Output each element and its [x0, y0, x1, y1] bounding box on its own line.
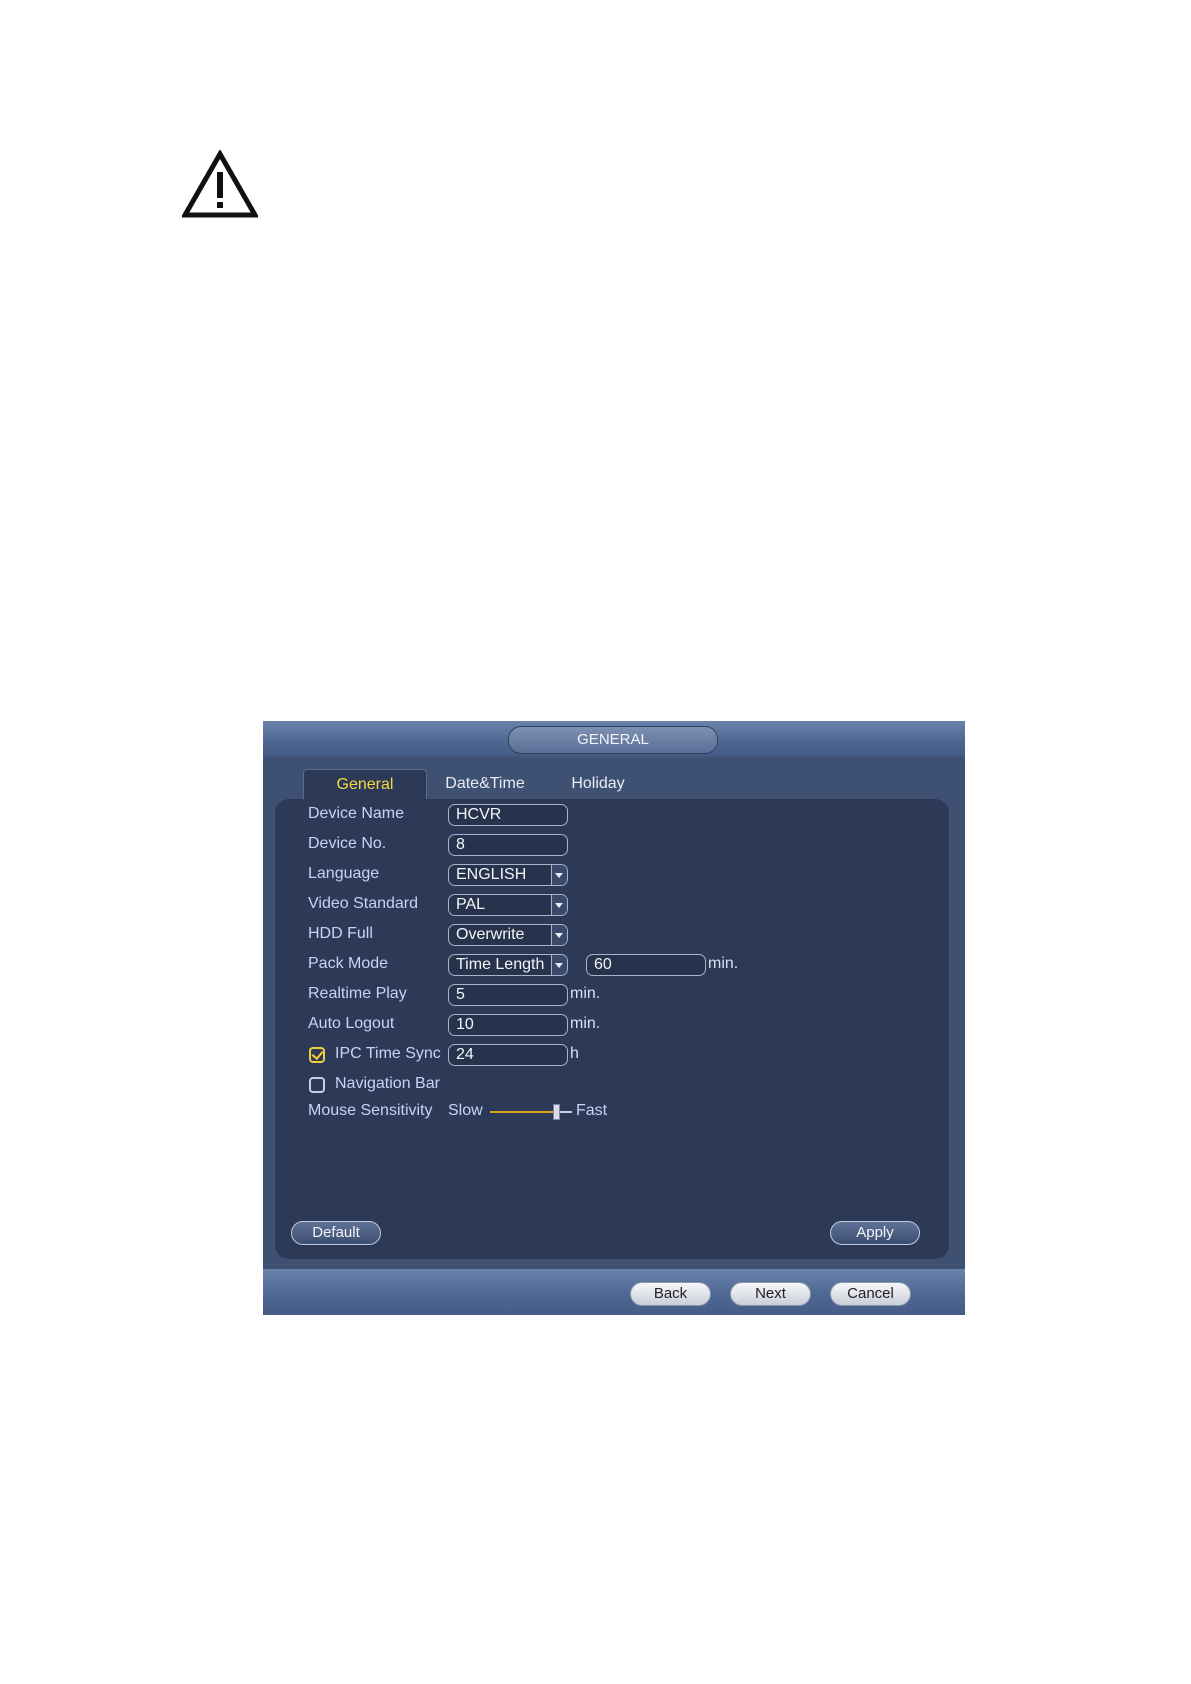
auto-logout-label: Auto Logout: [308, 1015, 395, 1032]
cancel-button[interactable]: Cancel: [830, 1282, 911, 1306]
window-title: GENERAL: [508, 726, 718, 754]
device-name-label: Device Name: [308, 805, 405, 822]
realtime-play-input[interactable]: 5: [448, 984, 568, 1006]
hdd-full-select[interactable]: Overwrite: [448, 924, 568, 946]
slider-fast-label: Fast: [576, 1102, 608, 1119]
language-label: Language: [308, 865, 380, 882]
auto-logout-unit: min.: [570, 1015, 601, 1032]
auto-logout-input[interactable]: 10: [448, 1014, 568, 1036]
navigation-bar-label: Navigation Bar: [335, 1075, 440, 1092]
ipc-time-sync-unit: h: [570, 1045, 579, 1062]
navigation-bar-checkbox[interactable]: [309, 1077, 325, 1093]
mouse-sensitivity-label: Mouse Sensitivity: [308, 1102, 433, 1119]
pack-mode-select[interactable]: Time Length: [448, 954, 568, 976]
device-no-label: Device No.: [308, 835, 387, 852]
video-standard-select[interactable]: PAL: [448, 894, 568, 916]
apply-button[interactable]: Apply: [830, 1221, 920, 1245]
tab-holiday[interactable]: Holiday: [553, 769, 643, 799]
bottom-nav-bar: Back Next Cancel: [263, 1269, 965, 1315]
chevron-down-icon[interactable]: [551, 955, 567, 975]
next-button[interactable]: Next: [730, 1282, 811, 1306]
language-value: ENGLISH: [456, 866, 527, 883]
settings-panel: Device Name HCVR Device No. 8 Language E…: [275, 799, 949, 1259]
chevron-down-icon[interactable]: [551, 895, 567, 915]
realtime-play-unit: min.: [570, 985, 601, 1002]
language-select[interactable]: ENGLISH: [448, 864, 568, 886]
tab-date-time[interactable]: Date&Time: [435, 769, 535, 799]
hdd-full-value: Overwrite: [456, 926, 525, 943]
device-name-input[interactable]: HCVR: [448, 804, 568, 826]
chevron-down-icon[interactable]: [551, 925, 567, 945]
general-settings-window: GENERAL General Date&Time Holiday Device…: [263, 721, 965, 1315]
realtime-play-label: Realtime Play: [308, 985, 407, 1002]
sensitivity-slider-fill: [490, 1111, 556, 1113]
pack-mode-value: Time Length: [456, 956, 545, 973]
back-button[interactable]: Back: [630, 1282, 711, 1306]
slider-slow-label: Slow: [448, 1102, 483, 1119]
hdd-full-label: HDD Full: [308, 925, 373, 942]
pack-duration-unit: min.: [708, 955, 739, 972]
ipc-time-sync-input[interactable]: 24: [448, 1044, 568, 1066]
tab-general[interactable]: General: [303, 769, 427, 800]
warning-triangle-icon: [182, 150, 258, 218]
sensitivity-slider-thumb[interactable]: [553, 1104, 560, 1120]
ipc-time-sync-label: IPC Time Sync: [335, 1045, 441, 1062]
chevron-down-icon[interactable]: [551, 865, 567, 885]
video-standard-value: PAL: [456, 896, 486, 913]
device-no-input[interactable]: 8: [448, 834, 568, 856]
ipc-time-sync-checkbox[interactable]: [309, 1047, 325, 1063]
title-bar: GENERAL: [263, 721, 965, 757]
default-button[interactable]: Default: [291, 1221, 381, 1245]
pack-duration-input[interactable]: 60: [586, 954, 706, 976]
pack-mode-label: Pack Mode: [308, 955, 389, 972]
video-standard-label: Video Standard: [308, 895, 419, 912]
